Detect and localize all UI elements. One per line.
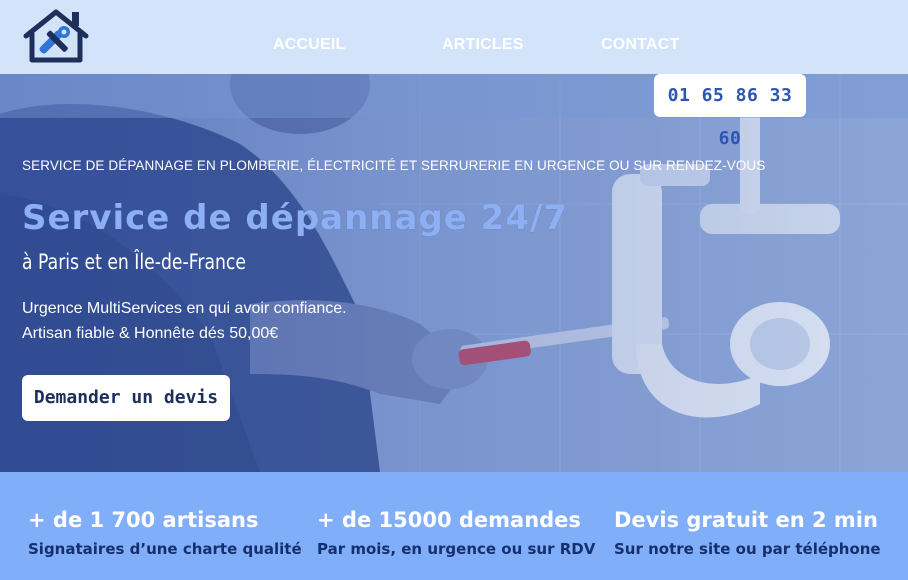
hero-desc-line-2: Artisan fiable & Honnête dés 50,00€ bbox=[22, 325, 279, 342]
stat-title: Devis gratuit en 2 min bbox=[614, 508, 878, 532]
stat-caption: Sur notre site ou par téléphone bbox=[614, 540, 881, 558]
hero-description: Urgence MultiServices en qui avoir confi… bbox=[22, 296, 347, 346]
hero-eyebrow: SERVICE DE DÉPANNAGE EN PLOMBERIE, ÉLECT… bbox=[22, 158, 766, 173]
site-header: ACCUEIL ARTICLES CONTACT bbox=[0, 0, 908, 74]
nav-contact[interactable]: CONTACT bbox=[601, 36, 679, 54]
stat-artisans: + de 1 700 artisans Signataires d’une ch… bbox=[28, 508, 302, 558]
stat-demandes: + de 15000 demandes Par mois, en urgence… bbox=[317, 508, 595, 558]
hero-desc-line-1: Urgence MultiServices en qui avoir confi… bbox=[22, 300, 347, 317]
hero-subhead: à Paris et en Île-de-France bbox=[22, 250, 246, 274]
stat-caption: Par mois, en urgence ou sur RDV bbox=[317, 540, 596, 558]
stat-title: + de 1 700 artisans bbox=[28, 508, 259, 532]
nav-articles[interactable]: ARTICLES bbox=[442, 36, 524, 54]
stat-devis: Devis gratuit en 2 min Sur notre site ou… bbox=[614, 508, 881, 558]
hero-headline: Service de dépannage 24/7 bbox=[22, 198, 569, 238]
stat-caption: Signataires d’une charte qualité bbox=[28, 540, 302, 558]
main-nav: ACCUEIL ARTICLES CONTACT bbox=[0, 36, 908, 56]
stat-title: + de 15000 demandes bbox=[317, 508, 581, 532]
phone-number-button[interactable]: 01 65 86 33 60 bbox=[654, 74, 806, 149]
request-quote-button[interactable]: Demander un devis bbox=[22, 375, 230, 421]
nav-accueil[interactable]: ACCUEIL bbox=[273, 36, 346, 54]
stats-band: + de 1 700 artisans Signataires d’une ch… bbox=[0, 472, 908, 580]
